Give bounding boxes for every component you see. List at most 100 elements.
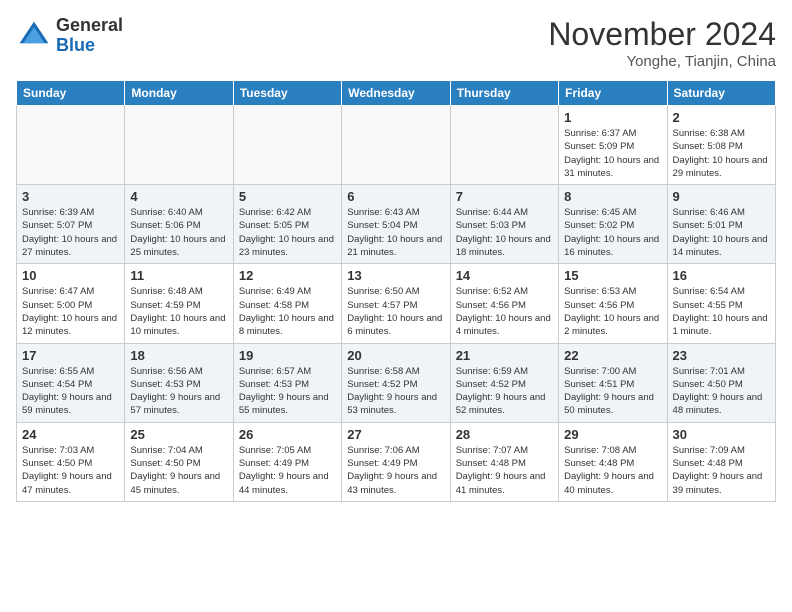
month-title: November 2024 [548,16,776,53]
location: Yonghe, Tianjin, China [548,53,776,70]
day-number: 9 [673,189,770,204]
calendar-cell: 3 Sunrise: 6:39 AM Sunset: 5:07 PM Daylig… [17,185,125,264]
day-number: 14 [456,268,553,283]
day-info: Sunrise: 7:08 AM Sunset: 4:48 PM Dayligh… [564,444,661,497]
calendar-cell: 18Sunrise: 6:56 AM Sunset: 4:53 PM Dayli… [125,343,233,422]
weekday-header: Monday [125,81,233,106]
day-number: 8 [564,189,661,204]
day-number: 21 [456,348,553,363]
calendar-cell: 4 Sunrise: 6:40 AM Sunset: 5:06 PM Daylig… [125,185,233,264]
day-info: Sunrise: 7:00 AM Sunset: 4:51 PM Dayligh… [564,365,661,418]
day-number: 23 [673,348,770,363]
calendar-cell: 27Sunrise: 7:06 AM Sunset: 4:49 PM Dayli… [342,422,450,501]
calendar-week-row: 24Sunrise: 7:03 AM Sunset: 4:50 PM Dayli… [17,422,776,501]
calendar-cell: 10 Sunrise: 6:47 AM Sunset: 5:00 PM Dayli… [17,264,125,343]
calendar-cell: 26 Sunrise: 7:05 AM Sunset: 4:49 PM Dayli… [233,422,341,501]
day-info: Sunrise: 7:05 AM Sunset: 4:49 PM Dayligh… [239,444,336,497]
weekday-header: Saturday [667,81,775,106]
day-info: Sunrise: 6:45 AM Sunset: 5:02 PM Dayligh… [564,206,661,259]
day-number: 24 [22,427,119,442]
day-info: Sunrise: 6:48 AM Sunset: 4:59 PM Dayligh… [130,285,227,338]
calendar-week-row: 1 Sunrise: 6:37 AM Sunset: 5:09 PM Daylig… [17,106,776,185]
calendar-week-row: 17 Sunrise: 6:55 AM Sunset: 4:54 PM Dayli… [17,343,776,422]
calendar-cell: 13 Sunrise: 6:50 AM Sunset: 4:57 PM Dayli… [342,264,450,343]
weekday-header: Wednesday [342,81,450,106]
day-info: Sunrise: 6:37 AM Sunset: 5:09 PM Dayligh… [564,127,661,180]
day-number: 10 [22,268,119,283]
day-number: 3 [22,189,119,204]
weekday-header: Tuesday [233,81,341,106]
day-info: Sunrise: 6:43 AM Sunset: 5:04 PM Dayligh… [347,206,444,259]
calendar-cell: 7Sunrise: 6:44 AM Sunset: 5:03 PM Daylig… [450,185,558,264]
calendar-cell: 8 Sunrise: 6:45 AM Sunset: 5:02 PM Daylig… [559,185,667,264]
day-info: Sunrise: 6:47 AM Sunset: 5:00 PM Dayligh… [22,285,119,338]
day-number: 13 [347,268,444,283]
calendar-cell: 11Sunrise: 6:48 AM Sunset: 4:59 PM Dayli… [125,264,233,343]
logo-icon [16,18,52,54]
day-info: Sunrise: 6:58 AM Sunset: 4:52 PM Dayligh… [347,365,444,418]
calendar-cell: 22Sunrise: 7:00 AM Sunset: 4:51 PM Dayli… [559,343,667,422]
calendar-cell: 5 Sunrise: 6:42 AM Sunset: 5:05 PM Daylig… [233,185,341,264]
day-number: 27 [347,427,444,442]
title-block: November 2024 Yonghe, Tianjin, China [548,16,776,70]
calendar-cell [233,106,341,185]
day-number: 28 [456,427,553,442]
calendar-cell: 20 Sunrise: 6:58 AM Sunset: 4:52 PM Dayli… [342,343,450,422]
day-info: Sunrise: 7:01 AM Sunset: 4:50 PM Dayligh… [673,365,770,418]
calendar-cell: 30Sunrise: 7:09 AM Sunset: 4:48 PM Dayli… [667,422,775,501]
day-info: Sunrise: 6:55 AM Sunset: 4:54 PM Dayligh… [22,365,119,418]
day-number: 20 [347,348,444,363]
calendar-cell: 9 Sunrise: 6:46 AM Sunset: 5:01 PM Daylig… [667,185,775,264]
day-number: 16 [673,268,770,283]
day-info: Sunrise: 6:49 AM Sunset: 4:58 PM Dayligh… [239,285,336,338]
day-number: 5 [239,189,336,204]
day-info: Sunrise: 7:04 AM Sunset: 4:50 PM Dayligh… [130,444,227,497]
weekday-header: Thursday [450,81,558,106]
calendar-cell: 28Sunrise: 7:07 AM Sunset: 4:48 PM Dayli… [450,422,558,501]
day-info: Sunrise: 6:54 AM Sunset: 4:55 PM Dayligh… [673,285,770,338]
calendar-table: SundayMondayTuesdayWednesdayThursdayFrid… [16,80,776,502]
day-info: Sunrise: 6:40 AM Sunset: 5:06 PM Dayligh… [130,206,227,259]
day-info: Sunrise: 6:57 AM Sunset: 4:53 PM Dayligh… [239,365,336,418]
calendar-cell: 23 Sunrise: 7:01 AM Sunset: 4:50 PM Dayli… [667,343,775,422]
day-info: Sunrise: 6:52 AM Sunset: 4:56 PM Dayligh… [456,285,553,338]
calendar-cell: 25 Sunrise: 7:04 AM Sunset: 4:50 PM Dayli… [125,422,233,501]
calendar-cell: 1 Sunrise: 6:37 AM Sunset: 5:09 PM Daylig… [559,106,667,185]
day-info: Sunrise: 6:59 AM Sunset: 4:52 PM Dayligh… [456,365,553,418]
calendar-cell: 19 Sunrise: 6:57 AM Sunset: 4:53 PM Dayli… [233,343,341,422]
day-info: Sunrise: 6:53 AM Sunset: 4:56 PM Dayligh… [564,285,661,338]
calendar-cell: 16 Sunrise: 6:54 AM Sunset: 4:55 PM Dayli… [667,264,775,343]
day-number: 19 [239,348,336,363]
day-info: Sunrise: 6:38 AM Sunset: 5:08 PM Dayligh… [673,127,770,180]
calendar-cell [450,106,558,185]
day-info: Sunrise: 6:42 AM Sunset: 5:05 PM Dayligh… [239,206,336,259]
calendar-cell: 14 Sunrise: 6:52 AM Sunset: 4:56 PM Dayli… [450,264,558,343]
page-header: General Blue November 2024 Yonghe, Tianj… [16,16,776,70]
day-info: Sunrise: 6:46 AM Sunset: 5:01 PM Dayligh… [673,206,770,259]
day-info: Sunrise: 6:50 AM Sunset: 4:57 PM Dayligh… [347,285,444,338]
weekday-header: Sunday [17,81,125,106]
day-number: 25 [130,427,227,442]
day-number: 4 [130,189,227,204]
weekday-header-row: SundayMondayTuesdayWednesdayThursdayFrid… [17,81,776,106]
day-info: Sunrise: 6:39 AM Sunset: 5:07 PM Dayligh… [22,206,119,259]
calendar-cell: 15Sunrise: 6:53 AM Sunset: 4:56 PM Dayli… [559,264,667,343]
logo-text: General Blue [56,16,123,56]
day-number: 26 [239,427,336,442]
calendar-cell [342,106,450,185]
day-number: 30 [673,427,770,442]
calendar-cell: 24Sunrise: 7:03 AM Sunset: 4:50 PM Dayli… [17,422,125,501]
calendar-cell: 17 Sunrise: 6:55 AM Sunset: 4:54 PM Dayli… [17,343,125,422]
calendar-week-row: 3 Sunrise: 6:39 AM Sunset: 5:07 PM Daylig… [17,185,776,264]
day-number: 29 [564,427,661,442]
calendar-cell: 6Sunrise: 6:43 AM Sunset: 5:04 PM Daylig… [342,185,450,264]
logo-general: General [56,15,123,35]
calendar-cell: 2Sunrise: 6:38 AM Sunset: 5:08 PM Daylig… [667,106,775,185]
calendar-cell [17,106,125,185]
day-number: 12 [239,268,336,283]
calendar-cell: 29 Sunrise: 7:08 AM Sunset: 4:48 PM Dayli… [559,422,667,501]
day-number: 1 [564,110,661,125]
day-number: 17 [22,348,119,363]
logo-blue: Blue [56,35,95,55]
calendar-cell [125,106,233,185]
